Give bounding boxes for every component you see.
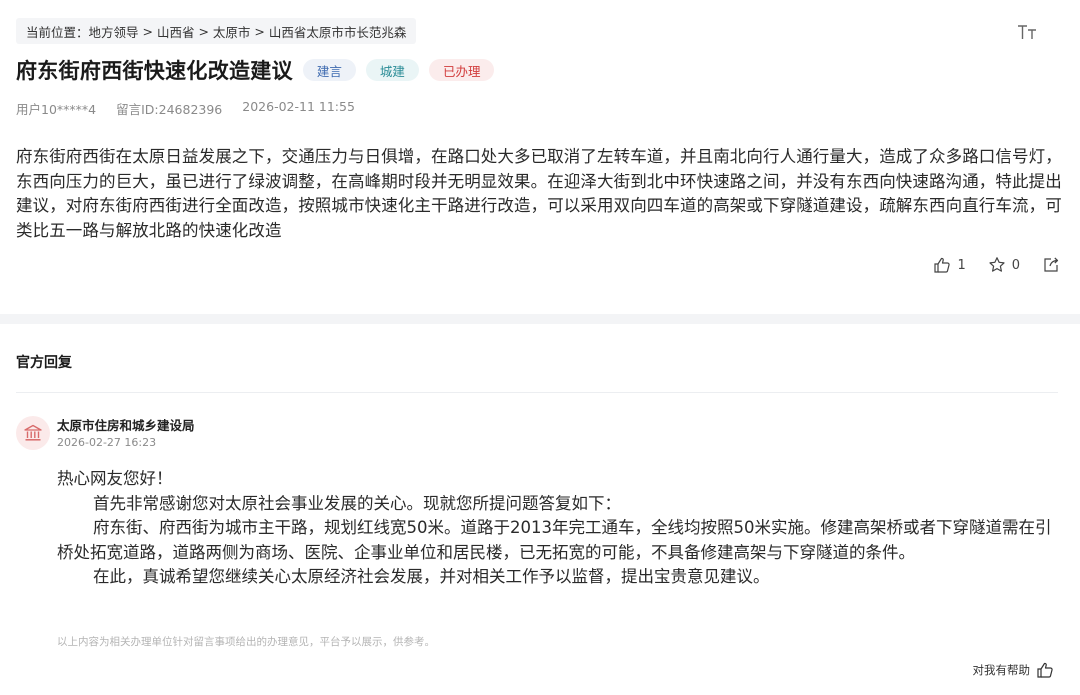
like-button[interactable]: 1	[933, 256, 966, 274]
breadcrumb-separator: >	[194, 23, 213, 39]
share-icon	[1044, 257, 1059, 272]
section-divider	[0, 314, 1080, 324]
breadcrumb-prefix: 当前位置：	[26, 24, 89, 40]
tag-urban-construction: 城建	[365, 59, 419, 81]
reply-section-title: 官方回复	[16, 355, 72, 371]
page-title: 府东街府西街快速化改造建议	[16, 59, 293, 83]
reply-greeting: 热心网友您好！	[57, 469, 173, 488]
breadcrumb-item-shanxi[interactable]: 山西省	[157, 22, 195, 41]
reply-body: 热心网友您好！ 首先非常感谢您对太原社会事业发展的关心。现就您所提问题答复如下：…	[57, 467, 1061, 590]
thumbs-up-icon	[1037, 662, 1053, 678]
share-button[interactable]	[1042, 256, 1060, 274]
thumbs-up-icon	[934, 257, 951, 273]
message-meta: 用户10*****4 留言ID:24682396 2026-02-11 11:5…	[16, 99, 375, 118]
star-icon	[989, 257, 1005, 272]
breadcrumb: 当前位置： 地方领导 > 山西省 > 太原市 > 山西省太原市市长范兆森	[16, 18, 417, 44]
reply-paragraph: 在此，真诚希望您继续关心太原经济社会发展，并对相关工作予以监督，提出宝贵意见建议…	[93, 567, 770, 586]
favorite-count: 0	[1011, 257, 1020, 273]
reply-org-name: 太原市住房和城乡建设局	[57, 418, 195, 433]
reply-paragraph: 首先非常感谢您对太原社会事业发展的关心。现就您所提问题答复如下：	[93, 493, 621, 513]
status-badge: 已办理	[428, 59, 495, 81]
tag-suggestion: 建言	[302, 59, 356, 81]
favorite-button[interactable]: 0	[988, 256, 1020, 274]
government-building-icon	[24, 424, 42, 441]
reply-paragraph: 府东街、府西街为城市主干路，规划红线宽50米。道路于2013年完工通车，全线均按…	[57, 518, 1052, 562]
user-id: 用户10*****4	[16, 102, 97, 117]
message-id: 留言ID:24682396	[116, 102, 223, 117]
message-actions: 1 0	[911, 256, 1060, 274]
question-body: 府东街府西街在太原日益发展之下，交通压力与日俱增，在路口处大多已取消了左转车道，…	[16, 147, 1062, 240]
like-count: 1	[957, 257, 966, 273]
breadcrumb-item-mayor[interactable]: 山西省太原市市长范兆森	[269, 22, 407, 41]
reply-disclaimer: 以上内容为相关办理单位针对留言事项给出的办理意见，平台予以展示，供参考。	[57, 636, 435, 648]
helpful-button[interactable]: 对我有帮助	[973, 661, 1055, 679]
breadcrumb-item-local-leaders[interactable]: 地方领导	[89, 22, 139, 41]
breadcrumb-separator: >	[138, 23, 157, 39]
breadcrumb-separator: >	[250, 23, 269, 39]
title-row: 府东街府西街快速化改造建议 建言 城建 已办理	[16, 55, 495, 85]
text-size-icon[interactable]	[1016, 22, 1038, 42]
helpful-label: 对我有帮助	[972, 663, 1031, 677]
message-datetime: 2026-02-11 11:55	[242, 99, 355, 114]
reply-date: 2026-02-27 16:23	[57, 436, 157, 449]
avatar	[16, 416, 50, 450]
breadcrumb-item-taiyuan[interactable]: 太原市	[213, 22, 251, 41]
section-separator	[16, 392, 1058, 393]
